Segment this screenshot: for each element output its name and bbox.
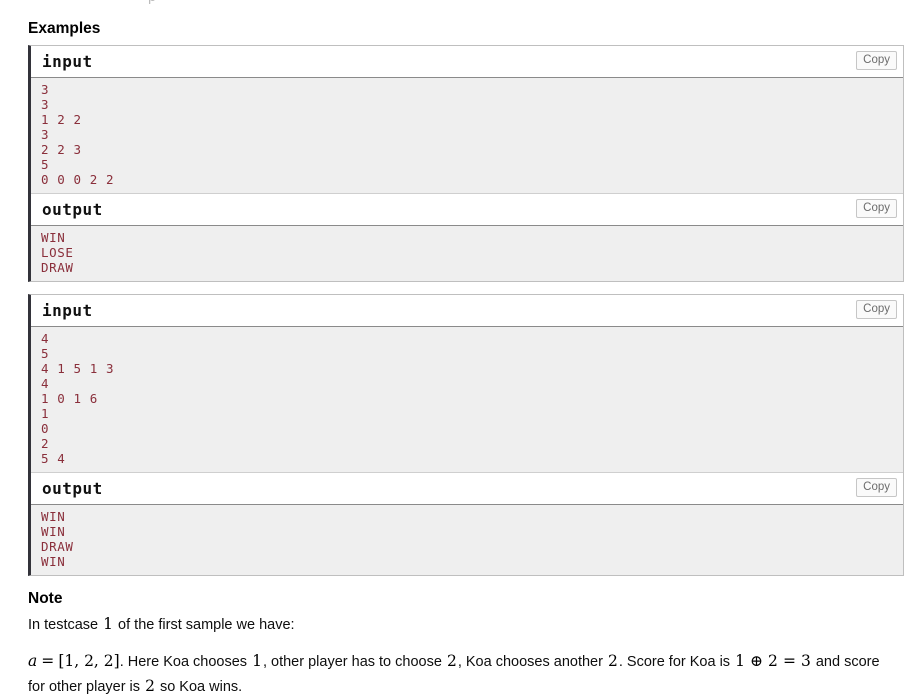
copy-input-button-2[interactable]: Copy <box>856 299 897 319</box>
output-body-1: WIN LOSE DRAW <box>31 225 903 281</box>
math-expr-b: 2 <box>768 652 778 671</box>
math-expr-equals: = <box>782 652 796 671</box>
input-code-1: 3 3 1 2 2 3 2 2 3 5 0 0 0 2 2 <box>41 81 115 187</box>
output-title-label-2: output <box>42 478 103 498</box>
note-text-2: , other player has to choose <box>262 654 446 671</box>
output-code-2: WIN WIN DRAW WIN <box>41 508 74 569</box>
math-expr-c: 3 <box>800 652 811 671</box>
sample-test-1: input Copy 3 3 1 2 2 3 2 2 3 5 0 0 0 2 2… <box>28 44 904 282</box>
math-array: [1, 2, 2] <box>58 652 120 671</box>
note-intro-before: In testcase <box>28 617 103 634</box>
input-title-1: input Copy <box>31 45 903 78</box>
note-intro-after: of the first sample we have: <box>114 617 295 634</box>
input-title-label-1: input <box>42 51 93 71</box>
clipped-top-text-label: p <box>148 0 156 5</box>
clipped-top-text: p <box>28 0 904 14</box>
xor-icon: ⊕ <box>750 652 763 671</box>
math-num-4: 2 <box>145 677 155 696</box>
input-title-2: input Copy <box>31 294 903 327</box>
note-text-6: so Koa wins. <box>155 679 243 696</box>
output-body-2: WIN WIN DRAW WIN <box>31 504 903 575</box>
math-expr-a: 1 <box>735 652 745 671</box>
sample-test-2: input Copy 4 5 4 1 5 1 3 4 1 0 1 6 1 0 2… <box>28 293 904 576</box>
math-var-a: a <box>28 652 38 671</box>
note-text-3: , Koa chooses another <box>457 654 607 671</box>
sample-tests: input Copy 3 3 1 2 2 3 2 2 3 5 0 0 0 2 2… <box>28 44 904 576</box>
math-num-3: 2 <box>607 652 618 671</box>
copy-output-button-2[interactable]: Copy <box>856 477 897 497</box>
input-title-label-2: input <box>42 300 93 320</box>
problem-page: p Examples input Copy 3 3 1 2 2 3 2 2 3 … <box>0 0 922 699</box>
note-paragraph: a = [1, 2, 2]. Here Koa chooses 1, other… <box>28 649 900 699</box>
note-section: Note In testcase 1 of the first sample w… <box>28 590 904 699</box>
math-num-1: 1 <box>252 652 262 671</box>
output-code-1: WIN LOSE DRAW <box>41 229 74 275</box>
input-body-2: 4 5 4 1 5 1 3 4 1 0 1 6 1 0 2 5 4 <box>31 326 903 473</box>
note-text-4: . Score for Koa is <box>618 654 735 671</box>
input-body-1: 3 3 1 2 2 3 2 2 3 5 0 0 0 2 2 <box>31 77 903 194</box>
copy-input-button-1[interactable]: Copy <box>856 50 897 70</box>
output-title-2: output Copy <box>31 472 903 505</box>
note-heading: Note <box>28 589 63 607</box>
math-num-2: 2 <box>446 652 457 671</box>
output-title-1: output Copy <box>31 193 903 226</box>
note-intro-number: 1 <box>103 615 114 634</box>
output-title-label-1: output <box>42 199 103 219</box>
note-text-1: . Here Koa chooses <box>119 654 252 671</box>
input-code-2: 4 5 4 1 5 1 3 4 1 0 1 6 1 0 2 5 4 <box>41 330 115 466</box>
examples-heading: Examples <box>28 20 101 37</box>
note-intro: In testcase 1 of the first sample we hav… <box>28 614 904 636</box>
copy-output-button-1[interactable]: Copy <box>856 198 897 218</box>
math-equals: = <box>41 652 55 671</box>
